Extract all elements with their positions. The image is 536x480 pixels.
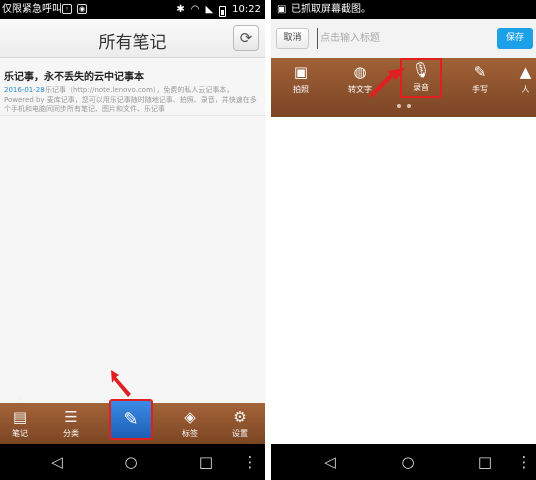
gear-icon: ⚙: [233, 408, 247, 426]
note-content-area[interactable]: [271, 117, 536, 444]
screenshot-icon: ▣: [277, 4, 287, 15]
annotation-arrow: [111, 370, 131, 397]
handwrite-button[interactable]: ✎ 手写: [459, 62, 501, 95]
home-icon[interactable]: ○: [398, 452, 418, 472]
active-tab-indicator: [14, 397, 26, 403]
tab-tags[interactable]: ◈ 标签: [170, 403, 210, 444]
note-preview: 乐记事（http://note.lenovo.com），免费的私人云记事本，Po…: [4, 86, 257, 113]
tab-label: 分类: [63, 429, 79, 438]
tool-label: 录音: [413, 83, 429, 92]
notification-icon: ◉: [77, 4, 87, 14]
page-dot: [406, 104, 411, 108]
recents-icon[interactable]: □: [196, 452, 216, 472]
overflow-menu-icon[interactable]: ⋮: [240, 452, 260, 472]
notes-icon: ▤: [12, 408, 28, 426]
list-item[interactable]: 乐记事，永不丢失的云中记事本 2016-01-28 乐记事（http://not…: [0, 62, 265, 116]
tab-categories[interactable]: ☰ 分类: [51, 403, 91, 444]
save-button[interactable]: 保存: [497, 28, 533, 49]
sync-button[interactable]: ⟳: [233, 25, 259, 51]
speech-bubble-icon: ◍: [353, 63, 367, 81]
page-title: 所有笔记: [98, 33, 167, 53]
tab-settings[interactable]: ⚙ 设置: [220, 403, 260, 444]
screenshot-pair: 仅限紧急呼叫 ◦ ◉ ✱ ◠ ◣ 10:22 所有笔记 ⟳ 乐记事，永不丢失的云…: [0, 0, 536, 480]
record-button[interactable]: 🎙︎ 录音: [400, 58, 442, 98]
note-editor-screen: ▣ 已抓取屏幕截图。 取消 保存 ▣ 拍照 ◍ 转文字 🎙︎ 录音 ✎ 手写: [271, 0, 536, 480]
wifi-icon: ◠: [190, 4, 200, 15]
editor-header: 取消 保存: [271, 19, 536, 59]
notification-icon: ◦: [62, 4, 72, 14]
notification-icons: ◦ ◉: [62, 4, 87, 14]
page-dot: [396, 104, 401, 108]
camera-icon: ▣: [293, 63, 309, 81]
notes-list-screen: 仅限紧急呼叫 ◦ ◉ ✱ ◠ ◣ 10:22 所有笔记 ⟳ 乐记事，永不丢失的云…: [0, 0, 265, 480]
signal-icon: ◣: [205, 4, 214, 15]
system-nav-bar: ◁ ○ □ ⋮: [0, 444, 265, 480]
home-icon[interactable]: ○: [121, 452, 141, 472]
categories-icon: ☰: [64, 408, 78, 426]
cancel-button[interactable]: 取消: [276, 28, 309, 49]
more-icon: ▲: [519, 63, 532, 81]
photo-button[interactable]: ▣ 拍照: [280, 62, 322, 95]
tab-label: 笔记: [12, 429, 28, 438]
title-input[interactable]: [317, 28, 487, 49]
back-icon[interactable]: ◁: [47, 452, 67, 472]
battery-icon: [219, 6, 227, 17]
overflow-menu-icon[interactable]: ⋮: [514, 452, 534, 472]
new-note-button[interactable]: ✎: [109, 399, 153, 440]
tab-label: 标签: [182, 429, 198, 438]
back-icon[interactable]: ◁: [320, 452, 340, 472]
status-bar: ▣ 已抓取屏幕截图。: [271, 0, 536, 19]
tab-label: 设置: [232, 429, 248, 438]
microphone-icon: 🎙︎: [411, 61, 431, 79]
screenshot-notice: 已抓取屏幕截图。: [291, 4, 371, 15]
system-nav-bar: ◁ ○ □ ⋮: [271, 444, 536, 480]
bluetooth-icon: ✱: [176, 4, 185, 15]
clock: 10:22: [232, 4, 261, 15]
status-icons: ✱ ◠ ◣ 10:22: [176, 0, 261, 19]
sync-icon: ⟳: [239, 29, 253, 47]
note-list: 乐记事，永不丢失的云中记事本 2016-01-28 乐记事（http://not…: [0, 58, 265, 403]
pen-icon: ✎: [473, 63, 487, 81]
annotation-arrow: [369, 68, 405, 98]
compose-icon: ✎: [123, 409, 139, 430]
app-header: 所有笔记 ⟳: [0, 19, 265, 58]
note-title: 乐记事，永不丢失的云中记事本: [4, 72, 144, 83]
tab-notes[interactable]: ▤ 笔记: [0, 397, 40, 444]
carrier-text: 仅限紧急呼叫: [2, 4, 62, 15]
more-tool-button[interactable]: ▲ 人: [515, 62, 536, 95]
tag-icon: ◈: [184, 408, 196, 426]
status-bar: 仅限紧急呼叫 ◦ ◉ ✱ ◠ ◣ 10:22: [0, 0, 265, 19]
recents-icon[interactable]: □: [475, 452, 495, 472]
